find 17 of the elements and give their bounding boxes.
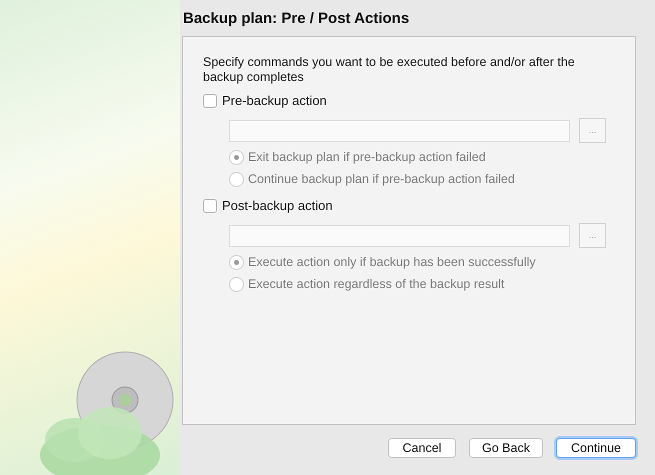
radio-label: Execute action only if backup has been successfully bbox=[248, 254, 536, 271]
dialog-button[interactable]: Cancel bbox=[388, 438, 456, 458]
radio-label: Continue backup plan if pre-backup action failed bbox=[248, 170, 515, 188]
radio-button[interactable] bbox=[229, 276, 244, 292]
page-title: Backup plan: Pre / Post Actions bbox=[182, 8, 410, 29]
checkbox-label: Pre-backup action bbox=[222, 92, 327, 110]
dialog-button[interactable]: Go Back bbox=[469, 438, 543, 458]
radio-button[interactable] bbox=[229, 254, 244, 270]
description-text: Specify commands you want to be executed before and/or after the backup completes bbox=[203, 55, 576, 85]
dialog-button[interactable]: Continue bbox=[556, 438, 636, 458]
radio-button[interactable] bbox=[229, 150, 244, 164]
radio-label: Exit backup plan if pre-backup action failed bbox=[248, 148, 486, 166]
radio-button[interactable] bbox=[229, 172, 244, 186]
checkbox[interactable] bbox=[203, 199, 217, 213]
checkbox-label: Post-backup action bbox=[222, 197, 333, 216]
checkbox[interactable] bbox=[203, 94, 217, 108]
radio-label: Execute action regardless of the backup result bbox=[248, 276, 504, 293]
